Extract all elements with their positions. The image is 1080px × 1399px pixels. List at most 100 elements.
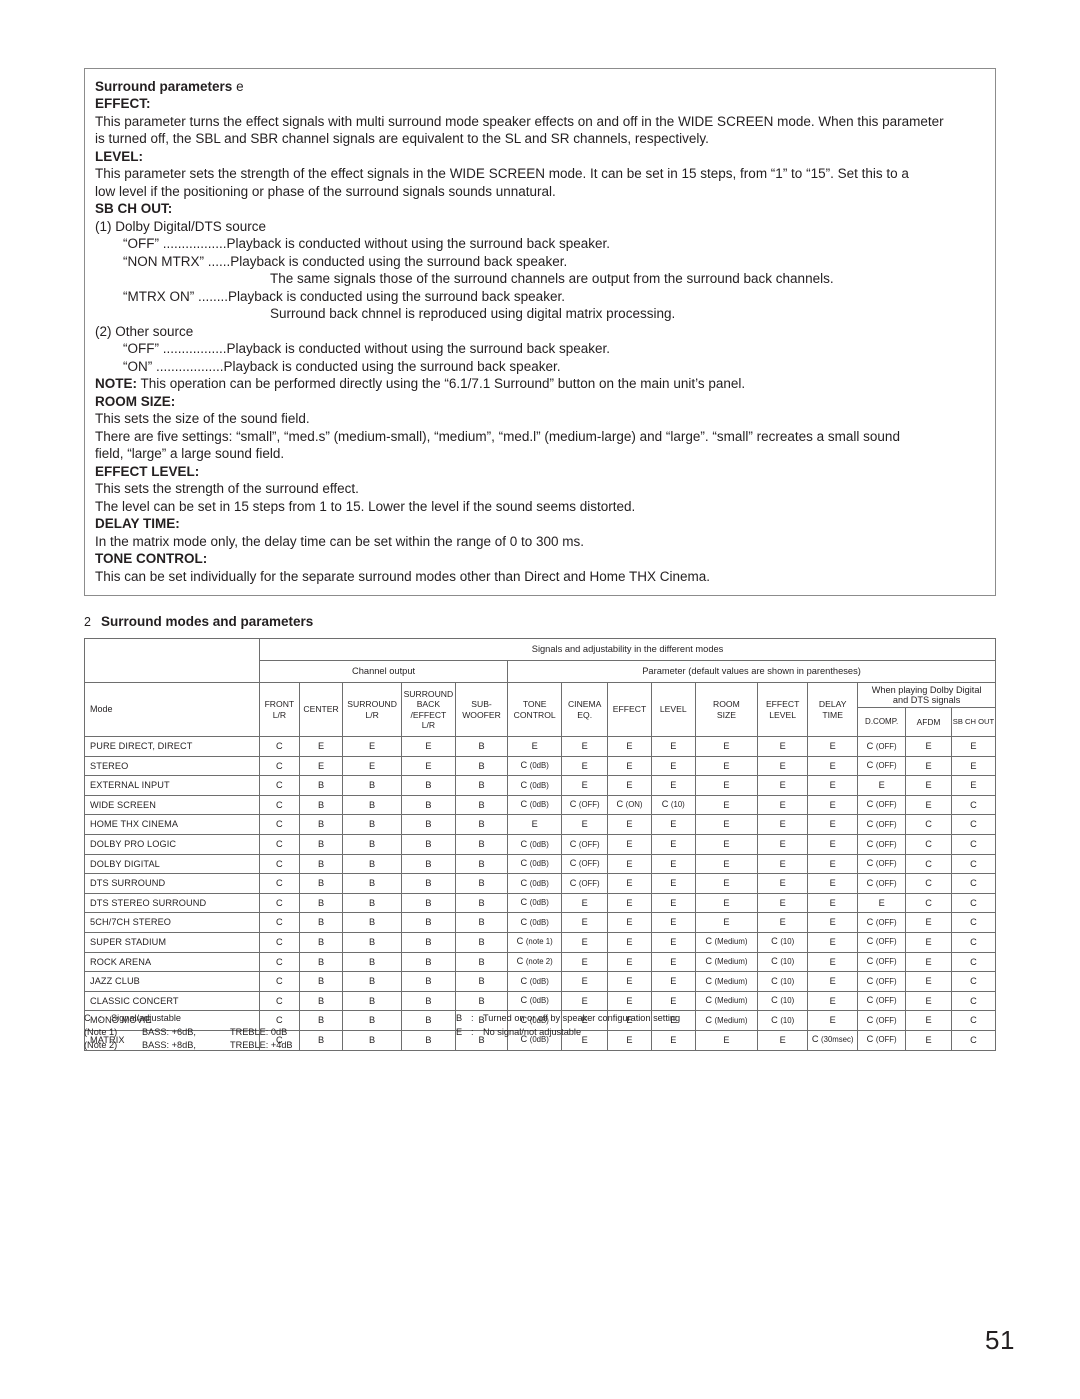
table-cell: E [400,736,456,757]
table-cell: E [807,736,859,757]
legend-note1-label: (Note 1) [84,1026,118,1037]
table-cell: E [650,931,696,953]
table-cell: C [905,833,952,855]
table-cell: E [607,775,652,796]
table-cell: C [905,853,952,875]
table-row: DOLBY PRO LOGIC C B B B B C (0dB) C (OFF) E E E E E C… [83,833,997,855]
header-room-size-label: ROOM SIZE [713,699,740,720]
table-cell: C (OFF) [561,833,609,855]
table-cell: B [298,971,344,992]
table-cell: E [950,755,997,777]
table-cell: C [259,794,300,816]
table-cell: E [607,755,652,777]
table-cell: E [607,931,652,953]
room-size-line-3: field, “large” a large sound field. [95,446,285,461]
table-cell: B [298,814,344,835]
param-box-title-bold: Surround parameters [95,79,233,94]
table-cell: B [342,912,402,933]
header-sb-ch-out: SB CH OUT [950,707,997,737]
table-cell: C [950,814,997,835]
table-cell: C (0dB) [507,833,563,855]
effect-level-line-2: The level can be set in 15 steps from 1 … [95,498,636,514]
table-cell: B [454,755,509,777]
surround-parameters-box: Surround parameters e EFFECT: This param… [84,68,996,596]
table-cell: C [950,873,997,894]
table-cell: E [607,736,652,757]
table-cell: B [454,833,509,855]
room-size-heading: ROOM SIZE: [95,393,176,409]
table-cell: B [400,931,456,953]
table-cell: C [950,794,997,816]
header-subwoofer-label: SUB- WOOFER [462,699,501,720]
sb-item-continuation: The same signals those of the surround c… [270,271,834,286]
table-cell: E [342,736,402,757]
sb-item-value: Playback is conducted without using the … [226,341,610,356]
effect-level-line-1: This sets the strength of the surround e… [95,481,359,496]
table-row: PURE DIRECT, DIRECT C E E E B E E E E E E E C (OFF) E E [83,736,997,757]
table-cell: C [259,873,300,894]
header-parameter-group: Parameter (default values are shown in p… [507,660,996,683]
table-cell: E [694,814,759,835]
table-cell: E [607,833,652,855]
table-cell: E [807,814,859,835]
table-row-mode: SUPER STADIUM [83,931,261,953]
table-row: CLASSIC CONCERT C B B B B C (0dB) E E E C (Medium)… [83,990,997,1012]
table-cell: C [950,971,997,992]
room-size-section: ROOM SIZE: This sets the size of the sou… [95,393,985,463]
legend-note2-treble: TREBLE: +4dB [230,1040,293,1051]
table-cell: E [694,892,759,914]
table-cell: C (Medium) [694,931,759,953]
table-cell: E [807,990,859,1012]
level-line-2: low level if the positioning or phase of… [95,183,556,199]
table-cell: E [857,892,907,914]
table-cell: C [259,892,300,914]
table-cell: E [807,931,859,953]
table-cell: E [561,931,609,953]
table-row: ROCK ARENA C B B B B C (note 2) E E E C (Medium) C … [83,951,997,973]
header-cinema-eq: CINEMA EQ. [561,682,609,737]
table-cell: E [650,814,696,835]
table-cell: B [342,873,402,894]
table-cell: B [454,873,509,894]
table-cell: B [454,736,509,757]
table-cell: C (0dB) [507,775,563,796]
table-cell: E [905,990,952,1012]
header-surround-lr: SURROUND L/R [342,682,402,737]
param-box-title: Surround parameters e [95,78,985,95]
table-cell: C [259,912,300,933]
table-cell: C (Medium) [694,971,759,992]
table-cell: C (OFF) [857,873,907,894]
table-cell: B [342,775,402,796]
header-afdm: AFDM [905,707,952,737]
tone-control-section: TONE CONTROL: This can be set individual… [95,550,985,585]
header-surround-back-effect-lr: SURROUND BACK/EFFECT L/R [400,682,456,737]
table-cell: C [950,951,997,973]
table-cell: B [342,990,402,1012]
table-cell: C [259,853,300,875]
table-cell: E [757,833,809,855]
table-row-mode: ROCK ARENA [83,951,261,973]
sb-item: “NON MTRX” ...... Playback is conducted u… [95,253,985,271]
table-cell: E [905,971,952,992]
table-cell: B [342,931,402,953]
table-cell: E [905,951,952,973]
header-effect-label: EFFECT [612,704,647,715]
table-cell: E [757,755,809,777]
table-cell: C [259,833,300,855]
table-cell: E [650,990,696,1012]
sb-item-value: Playback is conducted using the surround… [230,253,568,269]
table-cell: B [454,853,509,875]
table-row-mode: STEREO [83,755,261,777]
table-cell: C (Medium) [694,951,759,973]
table-cell: E [607,873,652,894]
table-cell: E [807,755,859,777]
table-row: JAZZ CLUB C B B B B C (0dB) E E E C (Medium) C (10)… [83,971,997,992]
table-cell: C [259,775,300,796]
table-cell: B [454,912,509,933]
table-cell: B [454,775,509,796]
table-cell: C (10) [757,990,809,1012]
table-cell: E [561,775,609,796]
table-cell: C (note 2) [507,951,563,973]
table-row-mode: CLASSIC CONCERT [83,990,261,1012]
table-cell: B [400,990,456,1012]
